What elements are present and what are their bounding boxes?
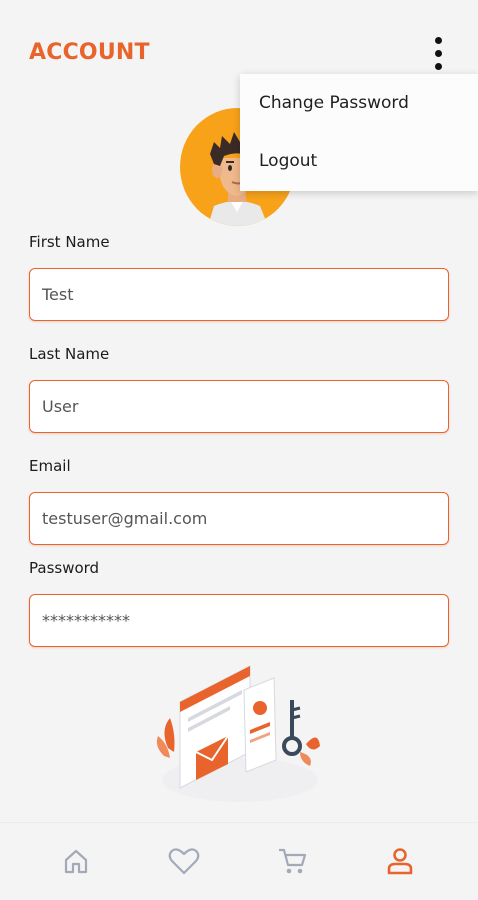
heart-icon [168, 848, 200, 875]
menu-item-logout[interactable]: Logout [240, 132, 478, 190]
email-field-container [29, 492, 449, 545]
bottom-navigation [0, 822, 478, 900]
email-label: Email [29, 457, 71, 475]
nav-cart[interactable] [274, 843, 310, 879]
overflow-menu: Change Password Logout [240, 74, 478, 191]
security-illustration [150, 660, 330, 805]
nav-home[interactable] [58, 843, 94, 879]
password-field-container [29, 594, 449, 647]
home-icon [64, 849, 88, 874]
password-field[interactable] [30, 595, 448, 646]
more-vert-icon-dot [434, 49, 442, 57]
first-name-label: First Name [29, 233, 110, 251]
cart-icon [279, 848, 307, 874]
nav-favorites[interactable] [166, 843, 202, 879]
more-options-button[interactable] [424, 32, 452, 74]
nav-account[interactable] [382, 843, 418, 879]
user-icon [387, 848, 413, 875]
last-name-field-container [29, 380, 449, 433]
last-name-label: Last Name [29, 345, 110, 363]
first-name-field-container [29, 268, 449, 321]
menu-item-change-password[interactable]: Change Password [240, 74, 478, 132]
more-vert-icon-dot [434, 62, 442, 70]
security-illustration-icon [156, 665, 320, 802]
more-vert-icon-dot [434, 36, 442, 44]
password-label: Password [29, 559, 100, 577]
page-title: ACCOUNT [29, 40, 150, 65]
email-field[interactable] [30, 493, 448, 544]
last-name-field[interactable] [30, 381, 448, 432]
first-name-field[interactable] [30, 269, 448, 320]
